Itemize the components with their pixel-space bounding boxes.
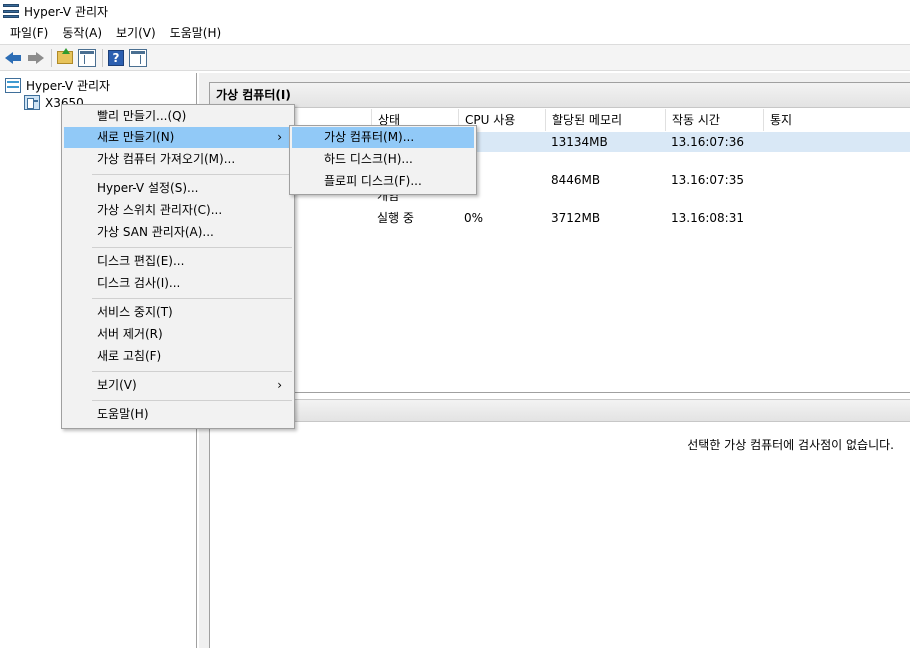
submenu-arrow-icon: › [277, 130, 282, 144]
menu-item-help[interactable]: 도움말(H) [64, 404, 292, 425]
show-hide-console-tree-icon[interactable] [78, 48, 96, 67]
hyperv-app-icon [3, 3, 19, 19]
menu-item-label: 보기(V) [97, 378, 137, 392]
tree-root-label: Hyper-V 관리자 [26, 79, 111, 93]
menu-separator [92, 298, 292, 299]
server-icon [24, 95, 40, 110]
cell-memory: 8446MB [551, 173, 601, 187]
menu-view[interactable]: 보기(V) [109, 23, 163, 43]
menu-item-inspect-disk[interactable]: 디스크 검사(I)... [64, 273, 292, 294]
menu-item-stop-service[interactable]: 서비스 중지(T) [64, 302, 292, 323]
menu-item-virtual-san-manager[interactable]: 가상 SAN 관리자(A)... [64, 222, 292, 243]
no-checkpoint-message: 선택한 가상 컴퓨터에 검사점이 없습니다. [687, 438, 894, 452]
cell-memory: 13134MB [551, 135, 608, 149]
menu-item-label: 가상 스위치 관리자(C)... [97, 203, 223, 217]
menu-item-label: 서비스 중지(T) [97, 305, 173, 319]
show-hide-action-pane-icon[interactable] [129, 48, 147, 67]
menu-item-quick-create[interactable]: 빨리 만들기...(Q) [64, 106, 292, 127]
menu-separator [92, 247, 292, 248]
menu-item-label: 새로 고침(F) [97, 349, 162, 363]
column-header-uptime[interactable]: 작동 시간 [665, 109, 763, 131]
menu-item-label: 도움말(H) [97, 407, 149, 421]
grid-divider [210, 392, 910, 393]
submenu-item-label: 가상 컴퓨터(M)... [324, 130, 415, 144]
up-folder-icon[interactable] [57, 48, 73, 64]
window-title: Hyper-V 관리자 [24, 4, 109, 19]
submenu-item-virtual-machine[interactable]: 가상 컴퓨터(M)... [292, 127, 474, 148]
toolbar: ? [0, 44, 910, 71]
cell-uptime: 13.16:08:31 [671, 211, 744, 225]
cell-state: 실행 중 [377, 211, 414, 225]
hyperv-manager-icon [5, 78, 21, 93]
forward-arrow-icon[interactable] [27, 49, 45, 67]
menu-item-new[interactable]: 새로 만들기(N) › [64, 127, 292, 148]
submenu-item-hard-disk[interactable]: 하드 디스크(H)... [292, 149, 474, 170]
menu-help[interactable]: 도움말(H) [163, 23, 229, 43]
menu-item-label: 가상 컴퓨터 가져오기(M)... [97, 152, 236, 166]
menu-separator [92, 371, 292, 372]
toolbar-separator [51, 48, 52, 67]
context-menu: 빨리 만들기...(Q) 새로 만들기(N) › 가상 컴퓨터 가져오기(M)..… [61, 104, 295, 429]
menu-item-refresh[interactable]: 새로 고침(F) [64, 346, 292, 367]
table-row[interactable]: 실행 중 0% 3712MB 13.16:08:31 [210, 208, 910, 228]
submenu-item-label: 플로피 디스크(F)... [324, 174, 422, 188]
cell-memory: 3712MB [551, 211, 601, 225]
cell-uptime: 13.16:07:35 [671, 173, 744, 187]
cell-cpu: 0% [464, 211, 484, 225]
toolbar-separator [102, 48, 103, 67]
menu-item-label: Hyper-V 설정(S)... [97, 181, 199, 195]
title-bar: Hyper-V 관리자 [0, 0, 910, 22]
column-header-memory[interactable]: 할당된 메모리 [545, 109, 665, 131]
menu-separator [92, 174, 292, 175]
menu-item-edit-disk[interactable]: 디스크 편집(E)... [64, 251, 292, 272]
menu-item-hyperv-settings[interactable]: Hyper-V 설정(S)... [64, 178, 292, 199]
menu-item-label: 디스크 편집(E)... [97, 254, 185, 268]
menu-item-import-vm[interactable]: 가상 컴퓨터 가져오기(M)... [64, 149, 292, 170]
submenu-item-label: 하드 디스크(H)... [324, 152, 413, 166]
menu-file[interactable]: 파일(F) [3, 23, 55, 43]
menu-item-label: 새로 만들기(N) [97, 130, 175, 144]
tree-root-hyperv-manager[interactable]: Hyper-V 관리자 [5, 77, 110, 94]
new-submenu: 가상 컴퓨터(M)... 하드 디스크(H)... 플로피 디스크(F)... [289, 125, 477, 195]
submenu-arrow-icon: › [277, 378, 282, 392]
menu-action[interactable]: 동작(A) [55, 23, 109, 43]
checkpoint-section-header [210, 399, 910, 422]
menu-item-virtual-switch-manager[interactable]: 가상 스위치 관리자(C)... [64, 200, 292, 221]
submenu-item-floppy-disk[interactable]: 플로피 디스크(F)... [292, 171, 474, 192]
vm-section-title: 가상 컴퓨터(I) [210, 83, 910, 108]
cell-uptime: 13.16:07:36 [671, 135, 744, 149]
menu-item-label: 가상 SAN 관리자(A)... [97, 225, 214, 239]
menu-item-label: 서버 제거(R) [97, 327, 163, 341]
back-arrow-icon[interactable] [4, 49, 22, 67]
menu-bar: 파일(F) 동작(A) 보기(V) 도움말(H) [0, 22, 910, 44]
menu-item-view[interactable]: 보기(V) › [64, 375, 292, 396]
menu-item-label: 빨리 만들기...(Q) [97, 109, 187, 123]
menu-separator [92, 400, 292, 401]
help-icon[interactable]: ? [108, 49, 124, 66]
menu-item-label: 디스크 검사(I)... [97, 276, 181, 290]
menu-item-remove-server[interactable]: 서버 제거(R) [64, 324, 292, 345]
column-header-notice[interactable]: 통지 [763, 109, 910, 131]
